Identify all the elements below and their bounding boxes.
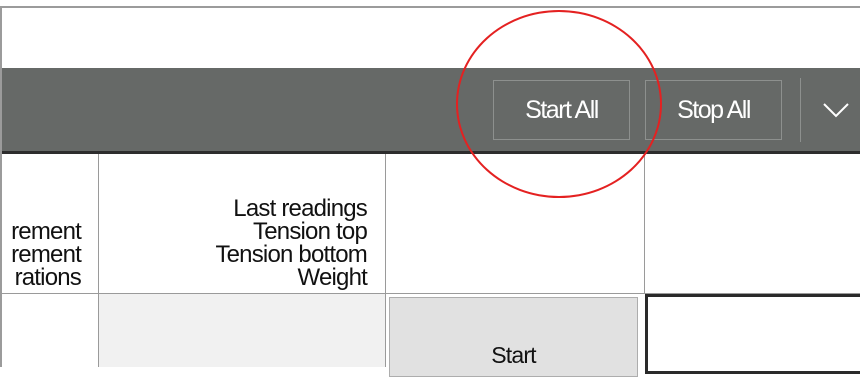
row-cell-last-readings [99,294,386,367]
stop-all-button[interactable]: Stop All [645,80,782,140]
header-cell-empty-1 [386,154,645,294]
header-cell-last-readings: Last readings Tension top Tension bottom… [99,154,386,294]
header-line-tension-bottom: Tension bottom [215,241,367,268]
header-last-readings-text: Last readings Tension top Tension bottom… [215,195,368,291]
header-partial-text: rement rement rations [11,218,82,291]
row-start-button[interactable]: Start [389,297,638,377]
header-partial-line: rement [11,241,82,268]
header-partial-line: rations [14,264,82,291]
row-cell-measurements [2,294,99,367]
start-all-button[interactable]: Start All [493,80,630,140]
header-cell-empty-2 [645,154,860,294]
header-line-weight: Weight [297,264,368,291]
toolbar-separator [800,78,801,142]
header-cell-measurements: rement rement rations [2,154,99,294]
header-partial-line: rement [11,218,82,245]
toolbar: Start All Stop All [2,68,860,154]
header-line-tension-top: Tension top [253,218,368,245]
chevron-down-icon[interactable] [816,88,856,132]
header-line-last-readings: Last readings [233,195,368,222]
row-stop-button-focused[interactable] [645,294,860,374]
